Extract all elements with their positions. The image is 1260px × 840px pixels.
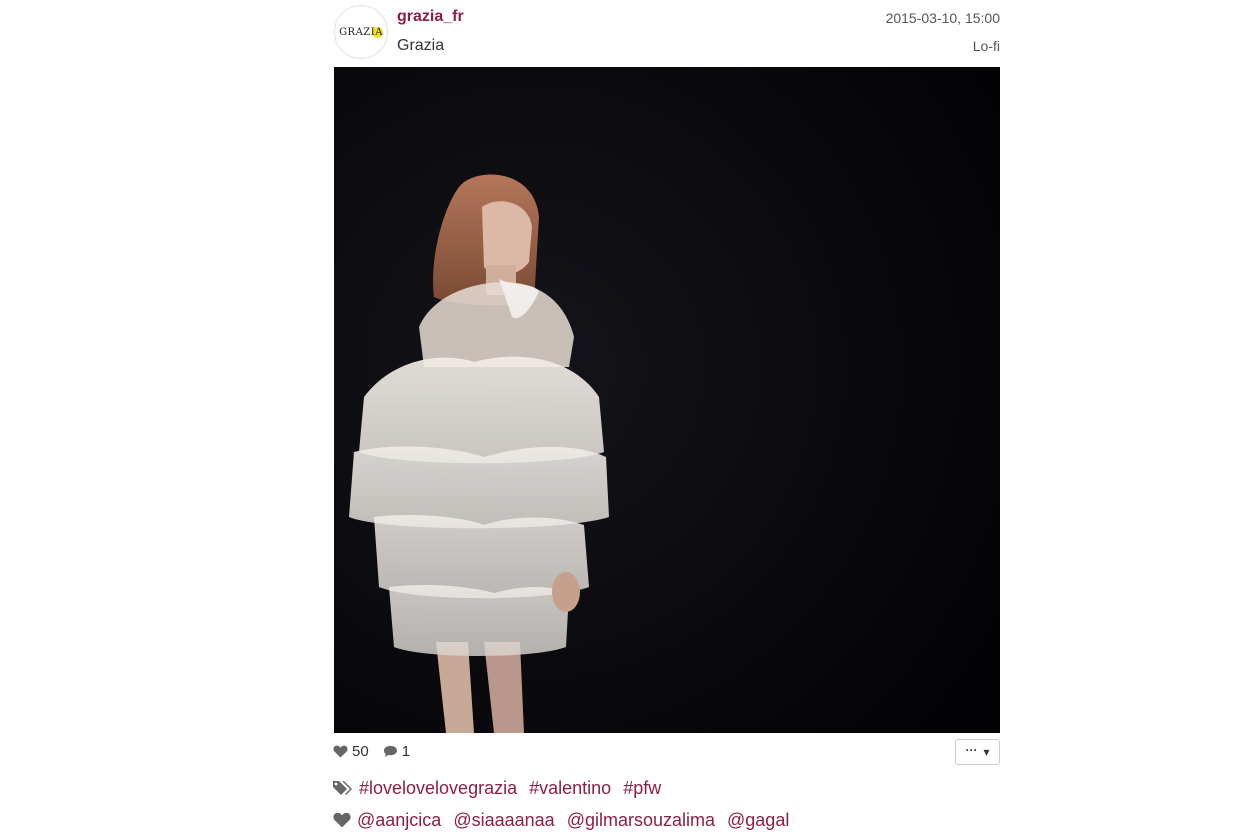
- full-name: Grazia: [397, 37, 445, 54]
- likes-count[interactable]: 50: [333, 743, 369, 760]
- avatar-logo-text: GRAZIA: [339, 26, 383, 38]
- username-link[interactable]: grazia_fr: [397, 8, 464, 26]
- heart-icon: [333, 745, 348, 758]
- runway-photo-illustration: [334, 67, 1000, 733]
- post-photo[interactable]: [334, 67, 1000, 733]
- post-stats: 50 1: [333, 740, 424, 762]
- post-timestamp: 2015-03-10, 15:00: [885, 10, 1000, 26]
- heart-icon: [333, 812, 351, 828]
- user-mention-link[interactable]: @siaaaanaa: [453, 810, 554, 831]
- chevron-down-icon: ▾: [983, 745, 990, 759]
- user-mention-link[interactable]: @gilmarsouzalima: [567, 810, 715, 831]
- likes-value: 50: [352, 742, 369, 760]
- post-header: GRAZIA grazia_fr Grazia 2015-03-10, 15:0…: [333, 0, 1000, 66]
- liked-by-list: @aanjcica @siaaaanaa @gilmarsouzalima @g…: [333, 808, 801, 832]
- hashtag-link[interactable]: #lovelovelovegrazia: [359, 778, 517, 799]
- comments-count[interactable]: 1: [383, 743, 410, 760]
- more-dots: ···: [965, 743, 978, 757]
- avatar[interactable]: GRAZIA: [334, 5, 388, 59]
- tags-icon: [333, 780, 353, 796]
- hashtag-link[interactable]: #valentino: [529, 778, 611, 799]
- hashtag-link[interactable]: #pfw: [623, 778, 661, 799]
- user-mention-link[interactable]: @aanjcica: [357, 810, 441, 831]
- comments-value: 1: [401, 742, 411, 760]
- speech-bubble-icon: [383, 745, 397, 757]
- more-options-button[interactable]: ··· ▾: [955, 739, 1000, 765]
- photo-filter-label: Lo-fi: [972, 38, 1000, 54]
- user-mention-link[interactable]: @gagal: [727, 810, 789, 831]
- hashtag-list: #lovelovelovegrazia #valentino #pfw: [333, 776, 673, 800]
- instagram-post: GRAZIA grazia_fr Grazia 2015-03-10, 15:0…: [333, 0, 1000, 840]
